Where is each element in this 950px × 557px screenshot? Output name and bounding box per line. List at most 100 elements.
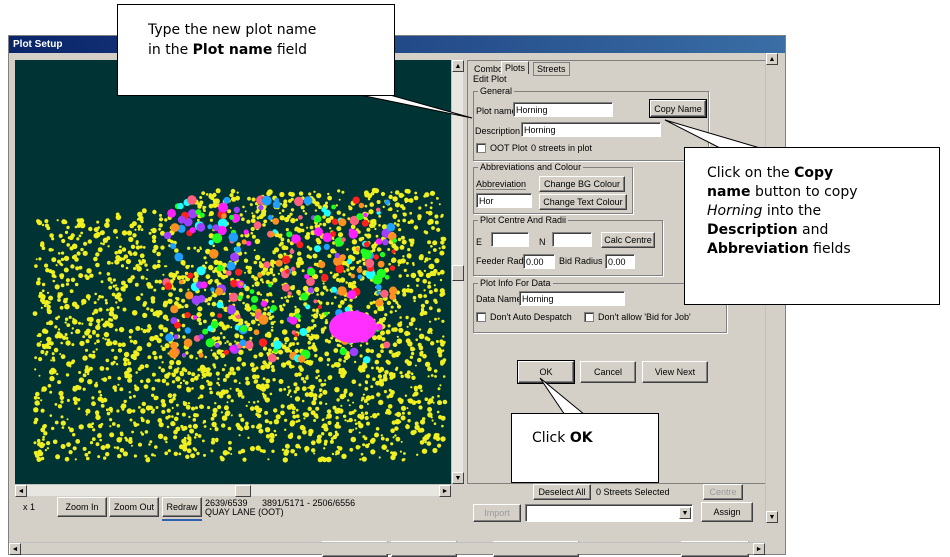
map-point (236, 191, 239, 194)
street-map[interactable] (15, 60, 451, 484)
map-plot-point (258, 314, 269, 325)
e-input[interactable] (491, 232, 529, 247)
map-point (369, 301, 373, 305)
map-plot-point (303, 196, 313, 206)
scroll-up-icon[interactable]: ▲ (452, 60, 464, 72)
map-point (179, 371, 185, 377)
map-point (412, 394, 415, 397)
cancel-button[interactable]: Cancel (580, 361, 636, 383)
map-point (288, 364, 294, 369)
tab-plots[interactable]: Plots (501, 61, 530, 74)
import-button[interactable]: Import (473, 504, 521, 522)
dont-allow-bid-label: Don't allow 'Bid for Job' (598, 312, 691, 322)
data-name-label: Data Name (476, 294, 522, 304)
zoom-out-button[interactable]: Zoom Out (109, 497, 159, 517)
map-point (319, 222, 322, 226)
import-select[interactable] (525, 504, 693, 522)
panel-scroll-up-icon[interactable]: ▲ (766, 53, 778, 65)
deselect-all-button[interactable]: Deselect All (533, 484, 591, 500)
map-point (249, 203, 253, 207)
map-point (291, 295, 294, 298)
map-vertical-scrollbar[interactable]: ▲ ▼ (451, 60, 464, 484)
redraw-button[interactable]: Redraw (162, 497, 202, 517)
map-point (310, 440, 316, 446)
map-point (427, 240, 432, 245)
map-point (85, 408, 91, 414)
map-point (365, 342, 369, 345)
map-point (216, 349, 223, 355)
scroll-left-icon[interactable]: ◄ (15, 485, 27, 497)
map-point (279, 215, 285, 221)
scroll-down-icon[interactable]: ▼ (452, 472, 464, 484)
map-plot-point (294, 333, 299, 337)
map-plot-point (184, 327, 191, 334)
map-plot-point (289, 316, 298, 325)
map-point (132, 233, 137, 238)
map-point (112, 340, 118, 346)
dont-auto-despatch-checkbox[interactable] (476, 312, 486, 322)
map-point (301, 399, 305, 403)
tab-streets[interactable]: Streets (533, 62, 570, 76)
map-point (396, 303, 399, 306)
map-point (436, 308, 441, 313)
map-point (264, 419, 269, 424)
map-point (292, 449, 295, 453)
map-plot-point (317, 304, 322, 310)
data-name-input[interactable]: Horning (519, 291, 625, 306)
map-point (316, 293, 319, 296)
map-point (197, 368, 201, 372)
map-point (183, 436, 187, 440)
change-text-colour-button[interactable]: Change Text Colour (539, 194, 627, 210)
map-point (251, 424, 255, 429)
map-point (44, 223, 49, 228)
map-point (323, 287, 327, 290)
map-point (45, 343, 49, 347)
view-next-button[interactable]: View Next (642, 361, 708, 383)
description-input[interactable]: Horning (521, 122, 661, 137)
map-point (400, 374, 404, 379)
map-point (144, 263, 148, 267)
zoom-in-button[interactable]: Zoom In (57, 497, 107, 517)
map-point (365, 348, 371, 353)
ok-button[interactable]: OK (517, 360, 575, 384)
map-point (295, 443, 300, 449)
map-point (404, 359, 410, 364)
copy-name-button[interactable]: Copy Name (649, 99, 707, 118)
bid-radius-input[interactable]: 0.00 (605, 254, 635, 269)
copy-name-callout-l4-bold: Description (707, 222, 798, 238)
abbreviation-input[interactable]: Hor (476, 193, 532, 208)
oot-plot-checkbox[interactable] (476, 143, 486, 153)
calc-centre-button[interactable]: Calc Centre (601, 232, 655, 248)
map-point (297, 251, 302, 256)
scroll-thumb[interactable] (452, 265, 464, 281)
dont-allow-bid-checkbox[interactable] (584, 312, 594, 322)
map-panel[interactable] (15, 60, 451, 484)
window-scroll-right-icon[interactable]: ► (753, 543, 765, 555)
centre-button[interactable]: Centre (703, 484, 743, 500)
map-point (199, 384, 205, 390)
map-point (54, 403, 58, 406)
feeder-radius-input[interactable]: 0.00 (523, 254, 555, 269)
map-point (151, 453, 155, 457)
map-point (413, 195, 419, 201)
scroll-thumb-h[interactable] (235, 485, 251, 497)
window-scroll-left-icon[interactable]: ◄ (9, 543, 21, 555)
map-point (44, 219, 49, 224)
map-horizontal-scrollbar[interactable]: ◄ ► (15, 484, 451, 497)
map-point (380, 436, 385, 441)
panel-scroll-down-icon[interactable]: ▼ (766, 511, 778, 523)
n-input[interactable] (552, 232, 592, 247)
map-point (222, 324, 226, 327)
window-horizontal-scrollbar[interactable]: ◄ ► (9, 542, 765, 555)
map-point (96, 318, 101, 324)
scroll-right-icon[interactable]: ► (439, 485, 451, 497)
map-point (428, 327, 433, 333)
map-point (59, 353, 62, 355)
assign-button[interactable]: Assign (701, 502, 753, 522)
map-point (442, 335, 445, 338)
map-point (109, 432, 115, 438)
plot-name-input[interactable]: Horning (513, 102, 613, 117)
import-select-chevron-down-icon[interactable]: ▼ (679, 507, 691, 519)
change-bg-colour-button[interactable]: Change BG Colour (539, 176, 625, 192)
map-point (76, 218, 81, 223)
